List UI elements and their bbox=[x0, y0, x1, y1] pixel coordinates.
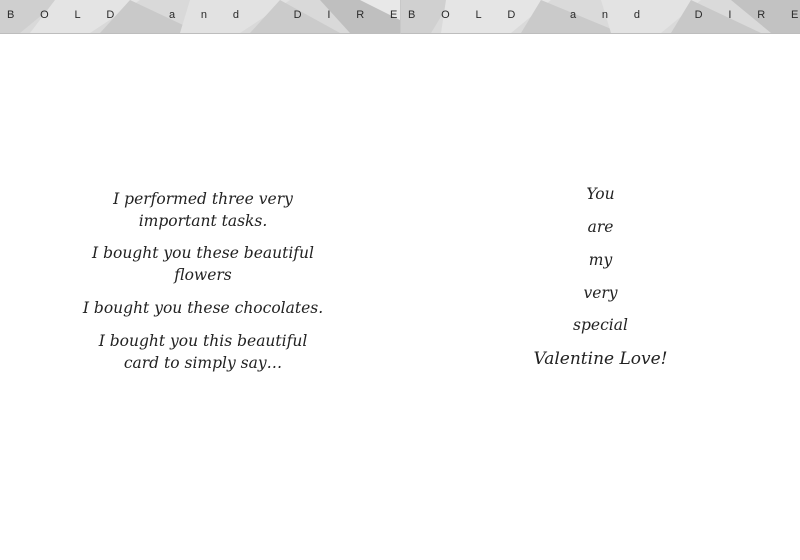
stanza-3: I bought you these chocolates. bbox=[0, 297, 406, 319]
stanza-2: I bought you these beautiful flowers bbox=[0, 242, 406, 286]
message-word-special: special bbox=[573, 316, 628, 334]
stanza-3-line-1: I bought you these chocolates. bbox=[82, 299, 324, 317]
stanza-1-line-2: important tasks. bbox=[138, 212, 268, 230]
stanza-1: I performed three very important tasks. bbox=[0, 188, 406, 232]
stanza-1-line-1: I performed three very bbox=[113, 190, 293, 208]
stanza-4-line-1: I bought you this beautiful bbox=[98, 332, 308, 350]
stanza-4-line-2: card to simply say… bbox=[123, 354, 283, 372]
message-word-you: You bbox=[586, 185, 615, 203]
left-page: I performed three very important tasks. … bbox=[0, 33, 400, 560]
header-title-left: BOLD and DIRECT bbox=[7, 9, 400, 21]
right-page: You are my very special Valentine Love! bbox=[400, 33, 800, 560]
message-word-are: are bbox=[587, 218, 614, 236]
message-word-valentine-love: Valentine Love! bbox=[533, 349, 668, 369]
header-band-right: BOLD and DIRECT bbox=[400, 0, 800, 34]
message-word-my: my bbox=[588, 251, 613, 269]
stanza-2-line-1: I bought you these beautiful bbox=[92, 244, 314, 262]
stanza-2-line-2: flowers bbox=[174, 266, 232, 284]
stanza-4: I bought you this beautiful card to simp… bbox=[0, 330, 406, 374]
header-band-left: BOLD and DIRECT bbox=[0, 0, 400, 34]
header-title-right: BOLD and DIRECT bbox=[408, 9, 800, 21]
message-word-very: very bbox=[583, 284, 618, 302]
